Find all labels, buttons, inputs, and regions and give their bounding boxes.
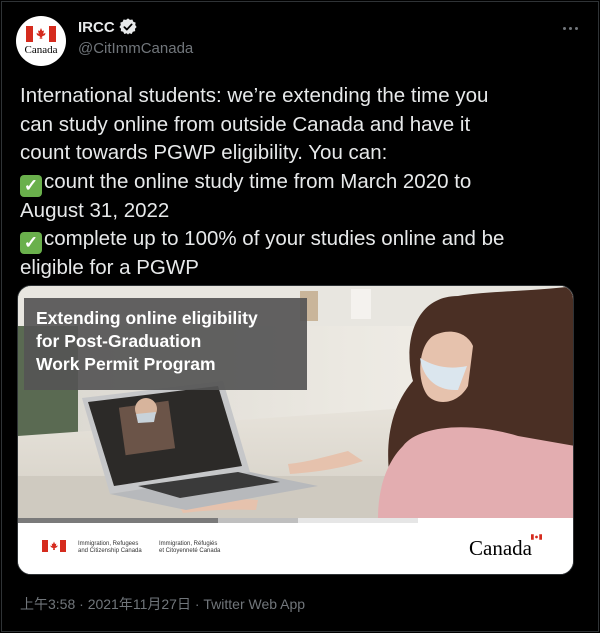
media-headline-line: Work Permit Program bbox=[36, 354, 216, 374]
tweet-text-line: count towards PGWP eligibility. You can: bbox=[20, 141, 388, 165]
department-name-english: Immigration, Refugees and Citizenship Ca… bbox=[78, 541, 142, 555]
media-headline-banner: Extending online eligibility for Post-Gr… bbox=[24, 298, 307, 390]
tweet-text-fragment: count the online study time from March 2… bbox=[44, 169, 472, 193]
canada-wordmark: Canada bbox=[469, 536, 532, 560]
tweet-media-image[interactable]: Extending online eligibility for Post-Gr… bbox=[17, 285, 574, 575]
tweet-text-line: eligible for a PGWP bbox=[20, 256, 199, 280]
more-options-icon[interactable] bbox=[556, 16, 584, 40]
tweet-text-line: International students: we’re extending … bbox=[20, 84, 489, 107]
author-name-row[interactable]: IRCC bbox=[78, 18, 137, 36]
accent-stripe bbox=[298, 518, 418, 523]
media-headline-line: Extending online eligibility bbox=[36, 308, 258, 328]
department-name-line: Immigration, Refugees bbox=[78, 541, 139, 547]
canada-flag-icon bbox=[26, 26, 56, 42]
avatar-wordmark: Canada bbox=[24, 44, 58, 56]
department-name-line: and Citizenship Canada bbox=[78, 548, 142, 554]
accent-stripe bbox=[18, 518, 218, 523]
check-mark-icon: ✓ bbox=[20, 232, 42, 255]
department-name-line: Immigration, Réfugiés bbox=[159, 541, 218, 547]
author-handle[interactable]: @CitImmCanada bbox=[78, 40, 193, 57]
department-name-french: Immigration, Réfugiés et Citoyenneté Can… bbox=[159, 541, 220, 555]
check-mark-icon: ✓ bbox=[20, 174, 42, 197]
tweet-text-fragment: complete up to 100% of your studies onli… bbox=[44, 227, 505, 251]
tweet-text-line: ✓ complete up to 100% of your studies onl… bbox=[20, 225, 580, 255]
avatar[interactable]: Canada bbox=[16, 16, 66, 66]
canada-flag-icon bbox=[42, 540, 66, 552]
tweet-card: Canada IRCC @CitImmCanada International … bbox=[1, 1, 599, 632]
media-photo: Extending online eligibility for Post-Gr… bbox=[18, 286, 573, 518]
accent-stripe bbox=[218, 518, 298, 523]
tweet-timestamp[interactable]: 上午3:58 · 2021年11月27日 · Twitter Web App bbox=[20, 594, 305, 614]
government-signature-bar: Immigration, Refugees and Citizenship Ca… bbox=[18, 518, 573, 574]
tweet-text-line: can study online from outside Canada and… bbox=[20, 112, 471, 136]
tweet-text-line: ✓ count the online study time from March … bbox=[20, 168, 580, 197]
department-name-line: et Citoyenneté Canada bbox=[159, 548, 221, 554]
media-headline-line: for Post-Graduation bbox=[36, 331, 202, 351]
tweet-text: International students: we’re extending … bbox=[20, 82, 580, 283]
tweet-text-line: August 31, 2022 bbox=[20, 198, 170, 222]
wordmark-flag-icon bbox=[531, 534, 542, 540]
display-name[interactable]: IRCC bbox=[78, 19, 115, 36]
verified-badge-icon bbox=[119, 18, 137, 35]
